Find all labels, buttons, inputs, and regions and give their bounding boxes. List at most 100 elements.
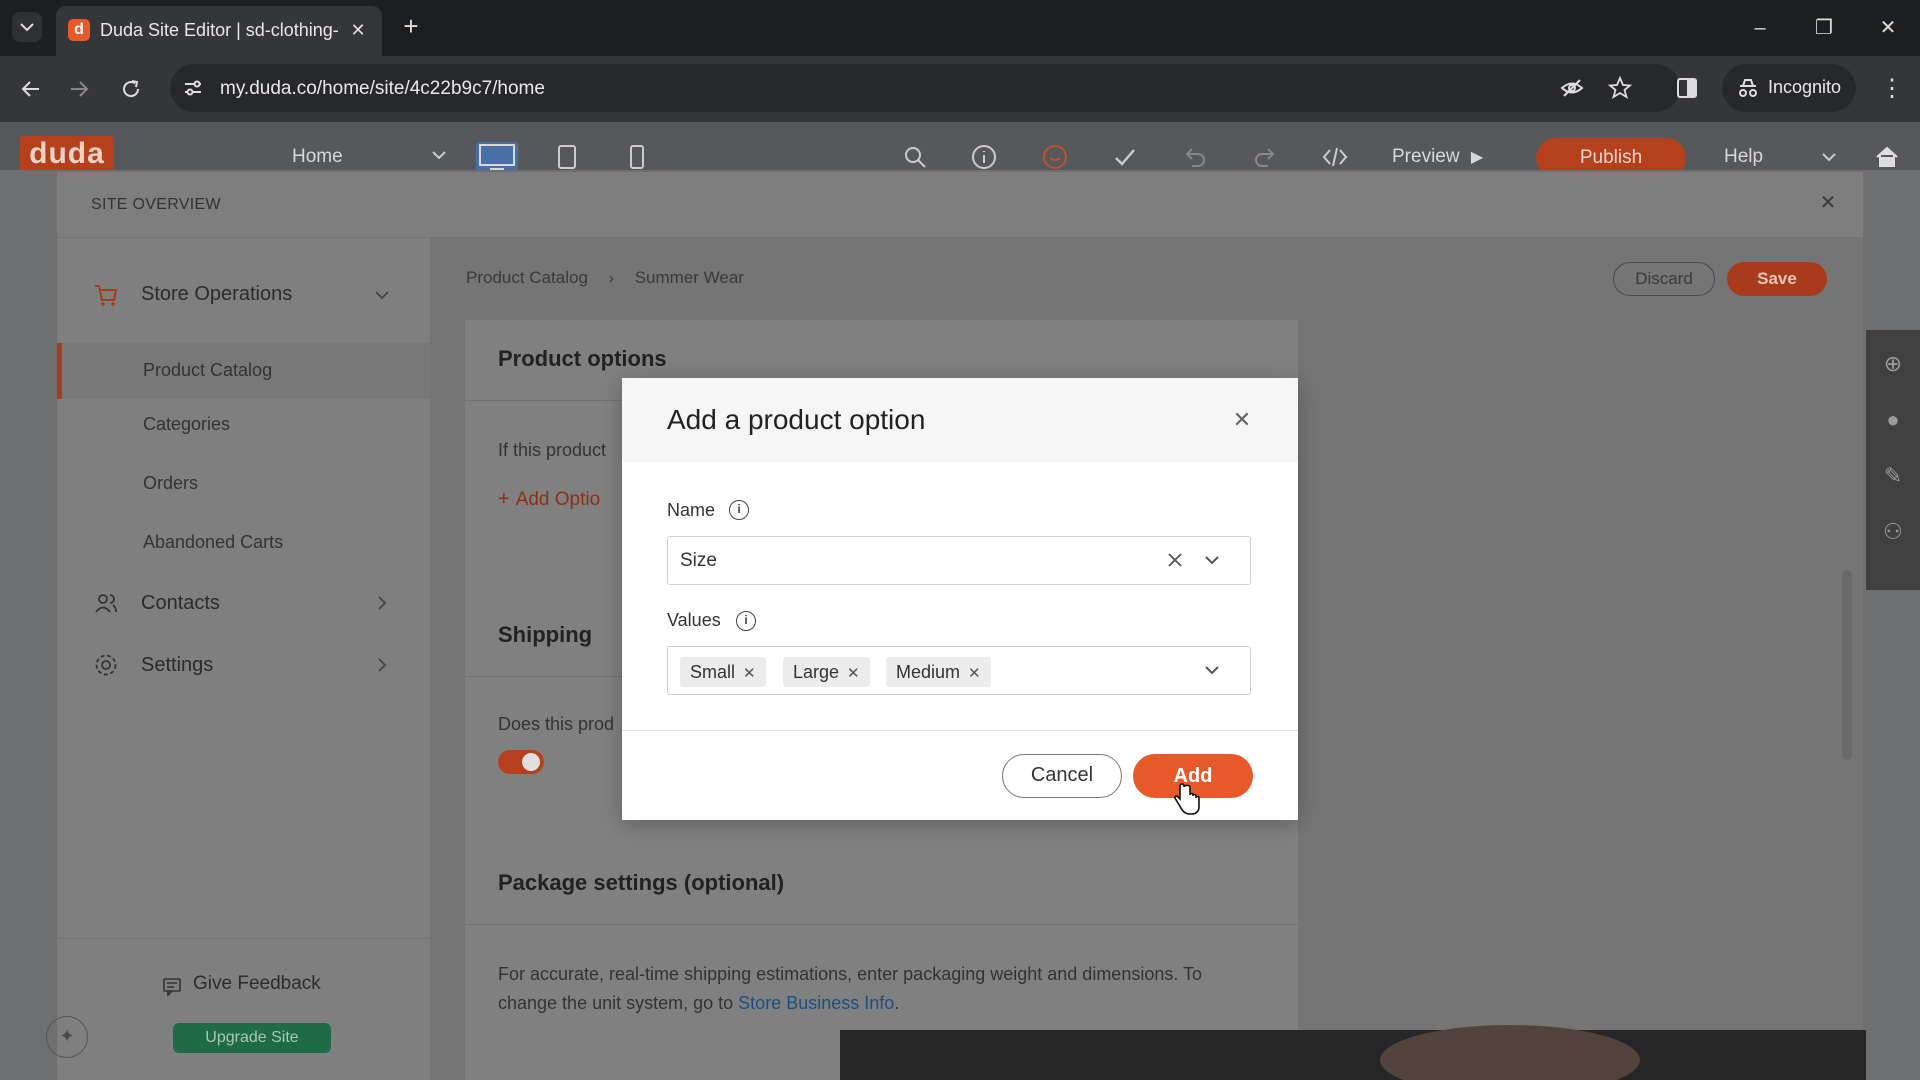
chevron-right-icon[interactable] (377, 596, 387, 610)
duda-logo[interactable]: duda (20, 136, 114, 174)
video-overlay (840, 1030, 1866, 1080)
minimize-button[interactable]: – (1740, 10, 1780, 46)
new-tab-button[interactable]: + (398, 13, 424, 39)
tab-title: Duda Site Editor | sd-clothing-s (100, 20, 338, 40)
play-icon: ▶ (1470, 149, 1484, 166)
address-bar[interactable]: my.duda.co/home/site/4c22b9c7/home (170, 64, 1680, 112)
dialog-header: Add a product option ✕ (622, 378, 1298, 462)
breadcrumb-parent[interactable]: Product Catalog (466, 268, 588, 287)
product-options-heading: Product options (498, 346, 667, 371)
add-product-option-dialog: Add a product option ✕ Name i Size Value… (622, 378, 1298, 820)
browser-tab[interactable]: d Duda Site Editor | sd-clothing-s ✕ (56, 6, 382, 56)
gear-icon (93, 652, 119, 678)
page-selector[interactable]: Home (292, 146, 343, 168)
add-option-link[interactable]: + Add Optio (498, 488, 600, 511)
home-button[interactable] (1872, 142, 1902, 172)
discard-button[interactable]: Discard (1613, 262, 1715, 296)
content-scrollbar[interactable] (1842, 570, 1852, 760)
close-icon[interactable]: ✕ (1817, 192, 1839, 214)
desktop-view-button[interactable] (476, 142, 518, 172)
undo-button[interactable] (1180, 142, 1210, 172)
restore-button[interactable]: ❐ (1804, 10, 1844, 46)
info-icon[interactable]: i (736, 611, 756, 631)
incognito-icon (1736, 77, 1760, 99)
chevron-down-icon (20, 23, 34, 32)
checklist-button[interactable] (1110, 142, 1140, 172)
mobile-view-button[interactable] (622, 142, 652, 172)
info-button[interactable] (969, 142, 999, 172)
option-name-value: Size (680, 550, 717, 571)
package-description-line-2: change the unit system, go to Store Busi… (498, 993, 899, 1014)
values-label: Values (667, 610, 721, 630)
shipping-description: Does this prod (498, 714, 615, 734)
zoom-in-icon[interactable]: ⊕ (1879, 350, 1907, 378)
chat-icon[interactable]: ● (1879, 406, 1907, 434)
value-chip-label: Medium (896, 662, 961, 682)
option-name-select[interactable]: Size (667, 536, 1251, 585)
sidebar-item-orders[interactable]: Orders (143, 473, 198, 494)
side-panel-icon[interactable] (1676, 77, 1698, 99)
ai-assistant-sparkle-icon[interactable]: ✦ (46, 1016, 88, 1058)
chevron-right-icon[interactable] (377, 658, 387, 672)
accessibility-button[interactable] (1040, 142, 1070, 172)
save-button[interactable]: Save (1727, 262, 1827, 296)
add-option-label: Add Optio (515, 489, 601, 510)
upgrade-site-button[interactable]: Upgrade Site (173, 1023, 331, 1053)
sidebar-item-settings[interactable]: Settings (141, 654, 213, 677)
chevron-down-icon[interactable] (432, 150, 446, 160)
tab-search-button[interactable] (12, 12, 42, 42)
search-button[interactable] (900, 142, 930, 172)
chevron-down-icon[interactable] (1204, 555, 1220, 566)
site-settings-icon[interactable] (182, 77, 204, 99)
give-feedback-button[interactable]: Give Feedback (193, 973, 321, 995)
sidebar-item-contacts[interactable]: Contacts (141, 592, 220, 615)
redo-button[interactable] (1250, 142, 1280, 172)
sidebar-item-categories[interactable]: Categories (143, 414, 230, 435)
eye-off-icon[interactable] (1560, 77, 1584, 99)
help-button[interactable]: Help (1724, 146, 1763, 168)
back-button[interactable] (16, 74, 46, 104)
code-button[interactable] (1320, 142, 1350, 172)
close-window-button[interactable]: ✕ (1868, 10, 1908, 46)
remove-chip-icon[interactable]: ✕ (847, 665, 860, 682)
product-options-description: If this product (498, 440, 607, 460)
remove-chip-icon[interactable]: ✕ (968, 665, 981, 682)
kebab-menu-icon[interactable]: ⋮ (1880, 74, 1904, 103)
bookmark-star-icon[interactable] (1608, 76, 1632, 100)
chevron-down-icon[interactable] (1822, 152, 1836, 162)
users-icon[interactable]: ⚇ (1879, 518, 1907, 546)
site-overview-sidebar: Store Operations Product Catalog Categor… (57, 238, 431, 1080)
remove-chip-icon[interactable]: ✕ (743, 665, 756, 682)
chevron-down-icon[interactable] (375, 290, 389, 300)
leaf-icon[interactable]: ✎ (1879, 462, 1907, 490)
forward-button[interactable] (64, 74, 94, 104)
url-text: my.duda.co/home/site/4c22b9c7/home (220, 78, 545, 99)
option-values-multiselect[interactable]: Small ✕ Large ✕ Medium ✕ (667, 646, 1251, 695)
mobile-icon (630, 145, 644, 169)
breadcrumb-current: Summer Wear (634, 268, 744, 287)
browser-toolbar: my.duda.co/home/site/4c22b9c7/home Incog… (0, 56, 1920, 122)
tab-close-icon[interactable]: ✕ (348, 20, 368, 40)
duda-favicon-icon: d (68, 19, 90, 41)
sidebar-item-abandoned-carts[interactable]: Abandoned Carts (143, 532, 283, 553)
home-icon (1876, 146, 1898, 167)
info-icon (972, 145, 996, 169)
divider (465, 924, 1298, 925)
cancel-button[interactable]: Cancel (1002, 754, 1122, 798)
clear-icon[interactable] (1166, 551, 1184, 569)
requires-shipping-toggle[interactable] (498, 750, 544, 774)
preview-button[interactable]: Preview ▶ (1392, 146, 1483, 168)
chevron-down-icon[interactable] (1204, 665, 1220, 676)
close-icon[interactable]: ✕ (1230, 408, 1254, 432)
sidebar-item-store-operations[interactable]: Store Operations (141, 283, 292, 306)
tablet-view-button[interactable] (552, 142, 582, 172)
tablet-icon (558, 145, 576, 169)
value-chip: Large ✕ (783, 657, 870, 687)
value-chip: Medium ✕ (886, 657, 991, 687)
store-business-info-link[interactable]: Store Business Info (738, 993, 894, 1013)
info-icon[interactable]: i (729, 500, 749, 520)
redo-icon (1255, 148, 1275, 167)
reload-button[interactable] (116, 74, 146, 104)
incognito-indicator[interactable]: Incognito (1722, 64, 1856, 112)
sidebar-item-product-catalog[interactable]: Product Catalog (57, 343, 431, 399)
